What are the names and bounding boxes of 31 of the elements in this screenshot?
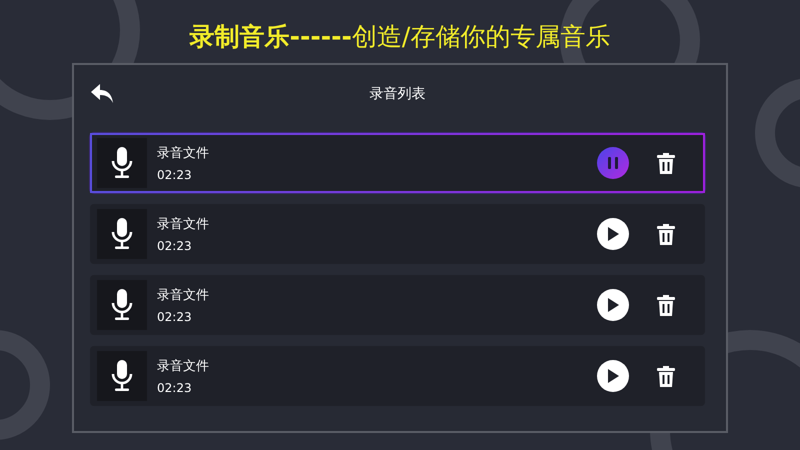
recording-duration: 02:23: [157, 310, 193, 324]
recording-item[interactable]: 录音文件 02:23: [90, 275, 705, 335]
play-icon: [607, 369, 619, 383]
recording-name: 录音文件: [157, 145, 210, 162]
microphone-icon: [111, 218, 133, 250]
recording-duration: 02:23: [157, 381, 193, 395]
recording-item[interactable]: 录音文件 02:23: [90, 346, 705, 406]
play-button[interactable]: [597, 289, 629, 321]
recording-duration: 02:23: [157, 168, 193, 182]
play-button[interactable]: [597, 360, 629, 392]
trash-icon[interactable]: [657, 366, 675, 386]
recording-name: 录音文件: [157, 358, 210, 375]
play-icon: [607, 227, 619, 241]
banner-heading: 录制音乐------创造/存储你的专属音乐: [190, 21, 610, 53]
back-arrow-icon[interactable]: [91, 84, 113, 104]
recording-name: 录音文件: [157, 216, 210, 233]
recording-item[interactable]: 录音文件 02:23: [90, 204, 705, 264]
trash-icon[interactable]: [657, 294, 675, 316]
pause-icon: [608, 157, 618, 169]
trash-icon[interactable]: [657, 152, 675, 174]
microphone-icon: [111, 147, 133, 179]
recording-duration: 02:23: [157, 239, 193, 253]
recording-item[interactable]: 录音文件 02:23: [90, 133, 705, 193]
play-button[interactable]: [597, 218, 629, 250]
pause-button[interactable]: [597, 147, 629, 179]
microphone-icon: [111, 289, 133, 321]
play-icon: [607, 298, 619, 312]
microphone-icon: [111, 360, 133, 392]
panel-title: 录音列表: [370, 85, 426, 103]
trash-icon[interactable]: [657, 224, 675, 244]
recording-name: 录音文件: [157, 287, 210, 304]
